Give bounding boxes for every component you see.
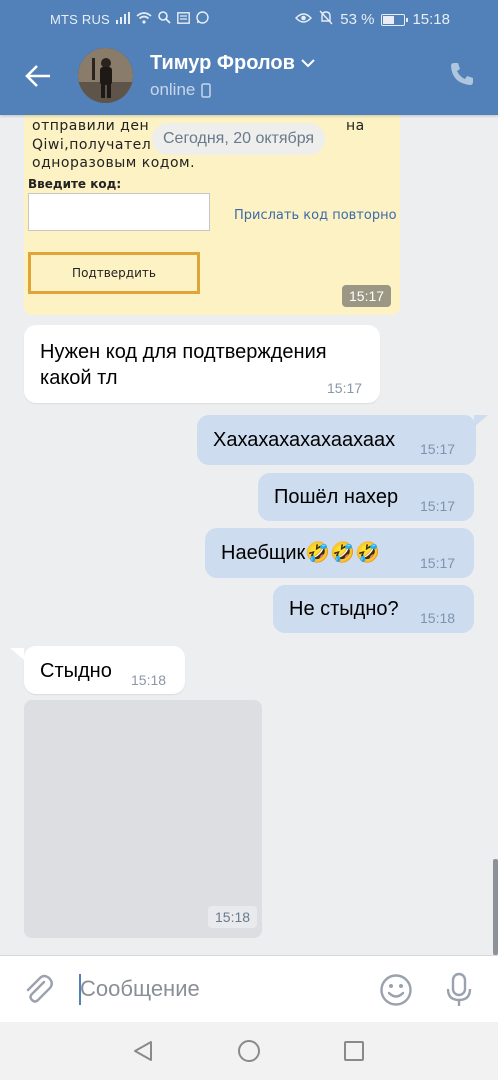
chat-toolbar: Тимур Фролов online: [0, 38, 498, 115]
bubble-tail: [10, 648, 24, 660]
image-confirm-button: Подтвердить: [28, 252, 200, 294]
message-text: Пошёл нахер: [274, 486, 399, 508]
contact-status: online: [150, 80, 212, 100]
chevron-down-icon: [301, 59, 315, 68]
message-text: Нужен код для подтверждения: [40, 341, 327, 363]
image-code-label: Введите код:: [28, 177, 122, 191]
microphone-icon: [446, 972, 472, 1006]
wifi-icon: [136, 11, 152, 28]
nav-recents-button[interactable]: [343, 1040, 365, 1062]
bubble-tail: [474, 415, 488, 427]
contact-name[interactable]: Тимур Фролов: [150, 52, 315, 75]
message-text: Наебщик🤣🤣🤣: [221, 542, 381, 564]
message-text: Не стыдно?: [289, 598, 399, 620]
message-text: какой тл: [40, 367, 118, 389]
call-button[interactable]: [448, 60, 480, 92]
mobile-icon: [201, 82, 212, 98]
image-resend-link: Прислать код повторно: [234, 208, 397, 223]
message-composer: [0, 955, 498, 1022]
nav-back-button[interactable]: [131, 1039, 155, 1063]
voice-message-button[interactable]: [444, 972, 474, 1008]
eye-icon: [295, 11, 313, 28]
paperclip-icon: [26, 974, 53, 1003]
whatsapp-icon: [196, 11, 209, 28]
back-button[interactable]: [18, 56, 58, 96]
clock: 15:18: [412, 11, 450, 28]
search-icon: [158, 11, 171, 28]
nav-home-button[interactable]: [237, 1039, 261, 1063]
message-time: 15:17: [420, 498, 456, 514]
message-time: 15:18: [131, 672, 167, 688]
contact-name-label: Тимур Фролов: [150, 52, 295, 74]
image-code-input: [28, 193, 210, 231]
date-separator: Сегодня, 20 октября: [152, 123, 326, 155]
message-input[interactable]: [80, 971, 360, 1007]
status-bar: MTS RUS 53 % 15:18: [0, 0, 498, 38]
incoming-message[interactable]: Стыдно 15:18: [24, 646, 185, 694]
emoji-button[interactable]: [379, 973, 413, 1007]
top-bar: MTS RUS 53 % 15:18 Тимур Фролов online: [0, 0, 498, 115]
square-recents-icon: [344, 1041, 364, 1061]
battery-icon: [381, 13, 409, 26]
image-text-line: на: [346, 118, 365, 134]
outgoing-message[interactable]: Хахахахахахаахаах 15:17: [197, 415, 476, 465]
signal-icon: [115, 11, 130, 28]
back-arrow-icon: [25, 65, 50, 87]
message-time: 15:17: [327, 380, 363, 396]
photo-message[interactable]: 15:18: [24, 700, 262, 938]
image-text-line: Qiwi,получател: [32, 137, 152, 153]
outgoing-message[interactable]: Пошёл нахер 15:17: [258, 473, 474, 521]
online-label: online: [150, 80, 196, 99]
smiley-icon: [380, 974, 412, 1006]
message-text: Хахахахахахаахаах: [213, 429, 396, 451]
message-text: Стыдно: [40, 660, 112, 682]
carrier-label: MTS RUS: [50, 12, 110, 27]
scrollbar[interactable]: [493, 859, 498, 955]
message-list[interactable]: отправили ден на Qiwi,получател одноразо…: [0, 115, 498, 955]
outgoing-message[interactable]: Наебщик🤣🤣🤣 15:17: [205, 528, 474, 578]
battery-percent: 53 %: [340, 11, 375, 28]
attach-button[interactable]: [22, 973, 56, 1007]
incoming-message[interactable]: Нужен код для подтверждения какой тл 15:…: [24, 325, 380, 403]
circle-home-icon: [238, 1040, 260, 1062]
system-navigation-bar: [0, 1022, 498, 1080]
message-time: 15:18: [208, 906, 258, 928]
outgoing-message[interactable]: Не стыдно? 15:18: [273, 585, 474, 633]
image-text-line: отправили ден: [32, 118, 150, 134]
mute-bell-icon: [319, 10, 333, 29]
notification-icon: [177, 11, 190, 28]
message-time: 15:18: [420, 610, 456, 626]
phone-icon: [451, 63, 473, 85]
triangle-back-icon: [134, 1041, 152, 1061]
image-text-line: одноразовым кодом.: [32, 155, 196, 171]
message-time: 15:17: [420, 441, 456, 457]
message-time: 15:17: [420, 555, 456, 571]
contact-avatar[interactable]: [78, 48, 133, 103]
message-time: 15:17: [342, 285, 392, 307]
